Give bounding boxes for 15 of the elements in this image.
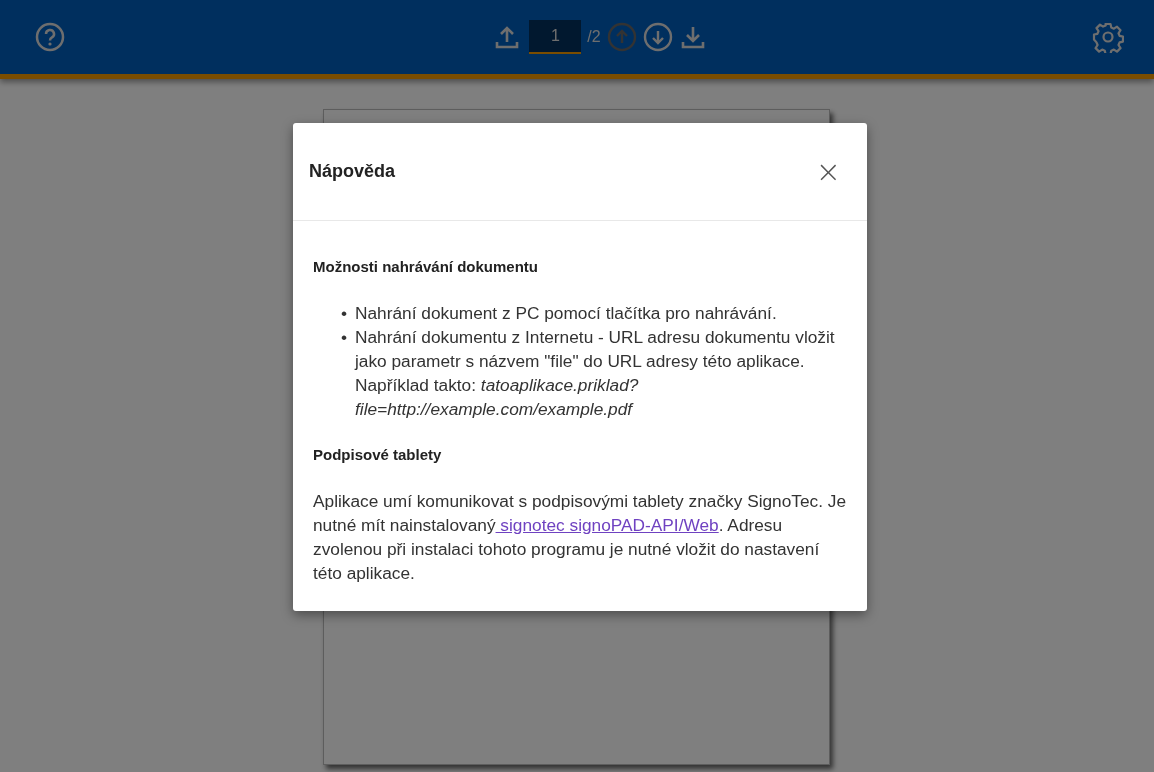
paragraph: Aplikace umí komunikovat s podpisovými tablety značky SignoTec. Je nutné mít nainstalovaný signotec signoPAD-API/Web. Adresu zvolenou při instalaci tohoto programu je nutné vložit do nastavení této aplikace.: [313, 490, 847, 585]
link[interactable]: signotec signoPAD-API/Web: [495, 515, 719, 535]
page-total: /2: [587, 28, 601, 46]
settings-icon[interactable]: [1092, 21, 1124, 53]
help-icon[interactable]: [34, 21, 66, 53]
bullet: •: [341, 326, 349, 349]
next-page-icon[interactable]: [642, 22, 673, 52]
dialog-title: Nápověda: [309, 161, 396, 182]
page-input[interactable]: 1: [529, 20, 582, 54]
section-heading: Možnosti nahrávání dokumentu: [313, 257, 539, 277]
list-item: Nahrání dokument z PC pomocí tlačítka pro nahrávání.: [355, 302, 778, 325]
section-heading: Podpisové tablety: [313, 445, 443, 465]
list-item: Nahrání dokumentu z Internetu - URL adresu dokumentu vložit jako parametr s názvem "file" do URL adresy této aplikace. Například takto: tatoaplikace.priklad?file=http://example.com/example.pdf: [355, 326, 836, 421]
bullet: •: [341, 302, 349, 325]
close-button[interactable]: ×: [809, 156, 847, 187]
